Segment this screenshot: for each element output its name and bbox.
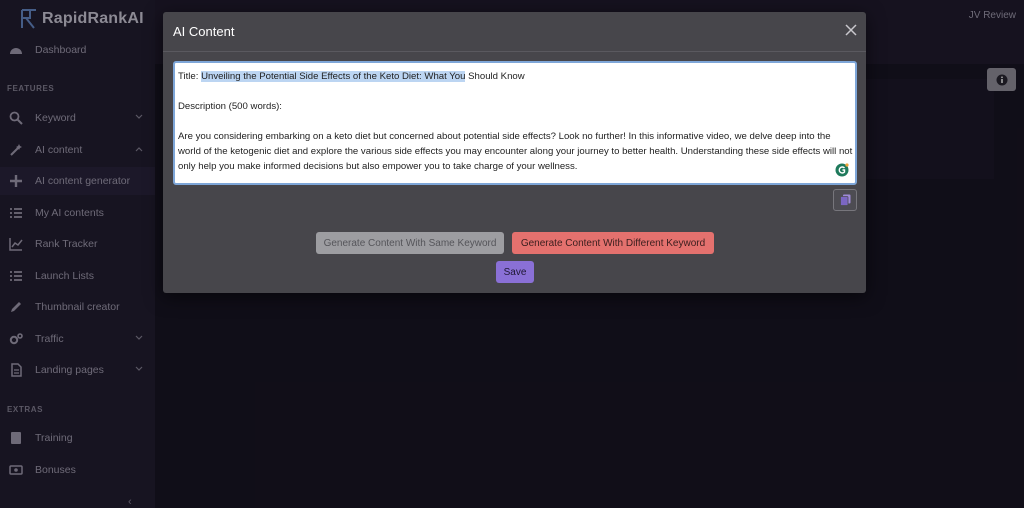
content-body: Are you considering embarking on a keto … [178,131,853,172]
ai-content-modal: AI Content Title: Unveiling the Potentia… [163,12,866,293]
description-label: Description (500 words): [178,101,282,112]
content-title-rest: Should Know [465,71,525,82]
content-textarea[interactable]: Title: Unveiling the Potential Side Effe… [173,61,857,185]
copy-icon [839,194,850,206]
modal-title: AI Content [173,24,235,39]
save-button[interactable]: Save [496,261,534,283]
grammar-assistant-icon[interactable] [835,163,849,177]
generate-same-keyword-button[interactable]: Generate Content With Same Keyword [316,232,504,254]
close-icon [845,24,857,36]
content-title-highlighted: Unveiling the Potential Side Effects of … [201,71,466,82]
content-title-line: Title: Unveiling the Potential Side Effe… [178,69,853,84]
modal-header: AI Content [163,12,866,52]
close-button[interactable] [844,23,858,37]
content-title-prefix: Title: [178,71,202,82]
copy-button[interactable] [833,189,857,211]
generate-different-keyword-button[interactable]: Generate Content With Different Keyword [512,232,714,254]
